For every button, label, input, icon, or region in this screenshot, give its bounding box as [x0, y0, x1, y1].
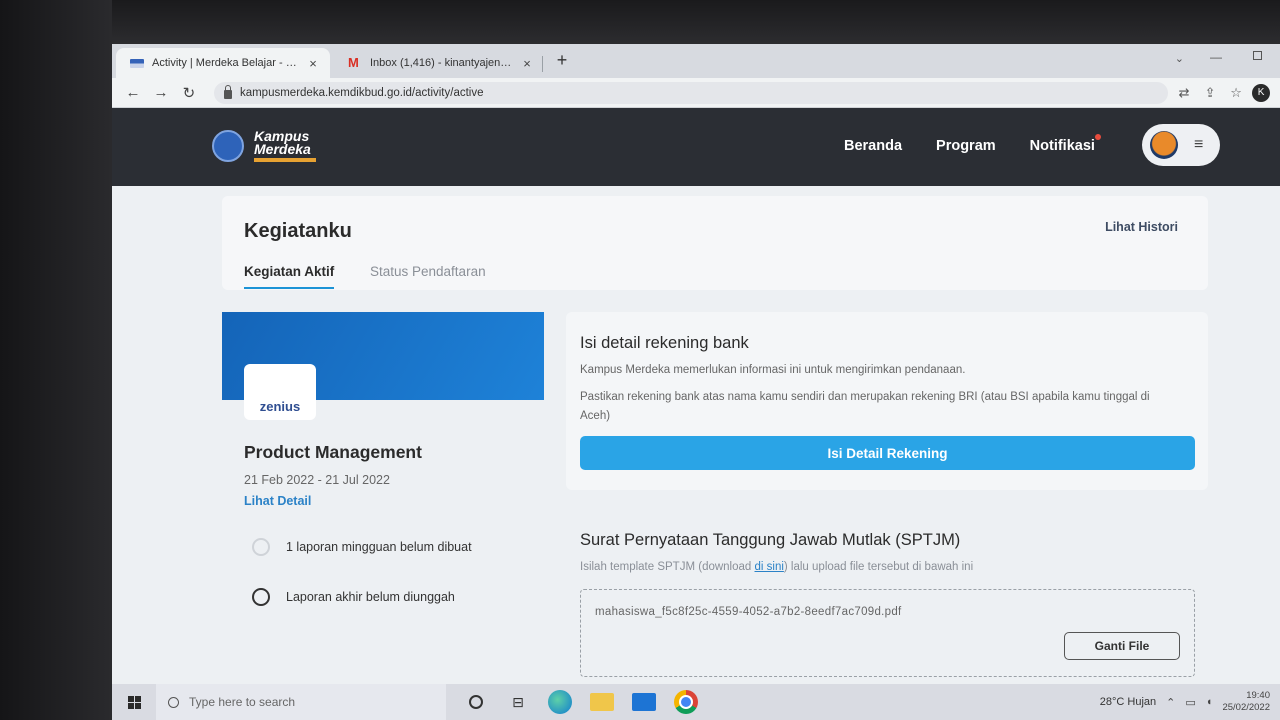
volume-icon[interactable]: ◖: [1206, 696, 1213, 708]
bookmark-star-icon[interactable]: ☆: [1226, 85, 1246, 101]
reload-icon[interactable]: ↻: [178, 84, 200, 102]
todo-item[interactable]: 1 laporan mingguan belum dibuat: [252, 538, 472, 556]
clock[interactable]: 19:40 25/02/2022: [1222, 690, 1270, 714]
partner-logo: zenius: [244, 364, 316, 420]
edge-icon[interactable]: [548, 690, 572, 714]
minimize-window-icon[interactable]: —: [1210, 50, 1222, 64]
template-download-link[interactable]: di sini: [755, 561, 784, 573]
avatar: [1150, 131, 1178, 159]
site-header: Kampus Merdeka Beranda Program Notifikas…: [112, 108, 1280, 186]
monitor-bezel-left: [0, 0, 112, 720]
nav-notifikasi[interactable]: Notifikasi: [1030, 134, 1101, 154]
history-link[interactable]: Lihat Histori: [1105, 220, 1178, 234]
tut-wuri-handayani-emblem-icon: [212, 130, 244, 162]
uploaded-file-name: mahasiswa_f5c8f25c-4559-4052-a7b2-8eedf7…: [595, 606, 902, 618]
kampus-merdeka-logo[interactable]: Kampus Merdeka: [212, 129, 316, 162]
page-content: Kegiatanku Lihat Histori Kegiatan Aktif …: [112, 186, 1280, 684]
file-explorer-icon[interactable]: [590, 693, 614, 711]
page-title: Kegiatanku: [244, 220, 352, 242]
forward-arrow-icon[interactable]: →: [150, 84, 172, 101]
program-name: Product Management: [244, 442, 422, 462]
start-button[interactable]: [112, 695, 156, 709]
share-icon[interactable]: ⇪: [1200, 85, 1220, 101]
back-arrow-icon[interactable]: ←: [122, 84, 144, 101]
empty-circle-icon: [252, 588, 270, 606]
sptjm-title: Surat Pernyataan Tanggung Jawab Mutlak (…: [580, 531, 961, 549]
search-placeholder: Type here to search: [189, 695, 296, 709]
cortana-button[interactable]: [464, 690, 488, 714]
bank-card-description: Kampus Merdeka memerlukan informasi ini …: [580, 364, 966, 376]
maximize-window-icon[interactable]: [1253, 51, 1262, 60]
close-tab-icon[interactable]: ×: [520, 56, 534, 71]
tab-separator: [542, 56, 543, 72]
chrome-icon[interactable]: [674, 690, 698, 714]
notification-dot: [1094, 134, 1101, 140]
close-tab-icon[interactable]: ×: [306, 56, 320, 71]
main-nav: Beranda Program Notifikasi: [844, 134, 1101, 154]
change-file-button[interactable]: Ganti File: [1064, 632, 1180, 660]
fill-bank-details-button[interactable]: Isi Detail Rekening: [580, 436, 1195, 470]
tab-strip: Activity | Merdeka Belajar - Kampus Merd…: [112, 44, 1280, 78]
progress-ring-icon: [252, 538, 270, 556]
tab-search-chevron-icon[interactable]: ⌄: [1175, 52, 1184, 65]
url-text[interactable]: kampusmerdeka.kemdikbud.go.id/activity/a…: [240, 87, 484, 99]
bank-account-card: Isi detail rekening bank Kampus Merdeka …: [566, 312, 1208, 490]
monitor-bezel-top: [0, 0, 1280, 44]
file-upload-box[interactable]: mahasiswa_f5c8f25c-4559-4052-a7b2-8eedf7…: [580, 589, 1195, 677]
profile-menu-button[interactable]: ≡: [1142, 124, 1220, 166]
pinned-apps: ⊟: [446, 690, 698, 714]
address-bar[interactable]: kampusmerdeka.kemdikbud.go.id/activity/a…: [213, 81, 1169, 104]
task-view-icon[interactable]: ⊟: [506, 690, 530, 714]
tab-title: Activity | Merdeka Belajar - Kampus Merd…: [152, 57, 298, 69]
hamburger-menu-icon: ≡: [1194, 136, 1204, 153]
search-icon: [168, 696, 179, 708]
new-tab-button[interactable]: +: [552, 50, 572, 71]
tab-title: Inbox (1,416) - kinantyajeng1@gmail.com: [370, 57, 512, 69]
taskbar-search-input[interactable]: Type here to search: [156, 684, 446, 720]
weather-widget[interactable]: 28°C Hujan: [1100, 696, 1156, 708]
detail-link[interactable]: Lihat Detail: [244, 494, 311, 508]
logo-wordmark: Kampus Merdeka: [254, 129, 316, 162]
chevron-up-icon[interactable]: ⌃: [1166, 696, 1175, 709]
logo-underline: [254, 158, 316, 162]
windows-taskbar: Type here to search ⊟ 28°C Hujan ⌃ ▭ ◖ 1…: [112, 684, 1280, 720]
cortana-circle-icon: [469, 695, 483, 709]
todo-item[interactable]: Laporan akhir belum diunggah: [252, 588, 455, 606]
tab-status-pendaftaran[interactable]: Status Pendaftaran: [370, 264, 486, 287]
browser-window: Activity | Merdeka Belajar - Kampus Merd…: [112, 44, 1280, 684]
program-dates: 21 Feb 2022 - 21 Jul 2022: [244, 473, 390, 487]
bank-card-title: Isi detail rekening bank: [580, 334, 749, 352]
lock-icon[interactable]: [223, 84, 232, 99]
browser-tab-inbox[interactable]: Inbox (1,416) - kinantyajeng1@gmail.com …: [334, 48, 544, 78]
nav-program[interactable]: Program: [936, 138, 996, 154]
browser-toolbar: ← → ↻ kampusmerdeka.kemdikbud.go.id/acti…: [112, 78, 1280, 108]
mail-icon[interactable]: [632, 693, 656, 711]
browser-tab-activity[interactable]: Activity | Merdeka Belajar - Kampus Merd…: [116, 48, 330, 78]
windows-logo-icon: [127, 695, 141, 709]
browser-profile-avatar[interactable]: K: [1252, 83, 1271, 102]
tab-kegiatan-aktif[interactable]: Kegiatan Aktif: [244, 264, 335, 289]
translate-icon[interactable]: ⇄: [1174, 85, 1194, 101]
bank-card-note: Pastikan rekening bank atas nama kamu se…: [580, 391, 1150, 422]
todo-label: Laporan akhir belum diunggah: [286, 590, 455, 604]
flag-favicon-icon: [130, 58, 144, 68]
sptjm-description: Isilah template SPTJM (download di sini)…: [580, 561, 974, 573]
gmail-favicon-icon: [348, 55, 362, 70]
program-card: zenius Product Management 21 Feb 2022 - …: [222, 312, 544, 682]
network-icon[interactable]: ▭: [1185, 696, 1195, 709]
nav-beranda[interactable]: Beranda: [844, 138, 902, 154]
system-tray: 28°C Hujan ⌃ ▭ ◖ 19:40 25/02/2022: [1100, 690, 1280, 714]
activity-header-card: Kegiatanku Lihat Histori Kegiatan Aktif …: [222, 196, 1208, 290]
todo-label: 1 laporan mingguan belum dibuat: [286, 540, 472, 554]
